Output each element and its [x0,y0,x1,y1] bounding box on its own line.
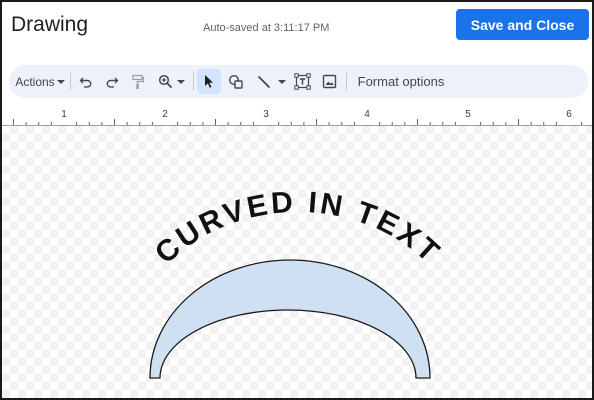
dropdown-arrow-icon [278,79,286,84]
image-button[interactable] [318,69,340,94]
line-tool-button[interactable] [253,69,289,94]
dialog-header: Drawing Auto-saved at 3:11:17 PM Save an… [2,2,592,60]
autosave-status: Auto-saved at 3:11:17 PM [203,22,330,34]
ruler-label: 4 [364,109,370,120]
text-box-icon [293,73,311,90]
ruler-label: 5 [465,109,471,120]
curved-text-path: CURVED IN TEXT [149,186,444,271]
ruler-label: 1 [61,109,67,120]
redo-button[interactable] [101,69,123,94]
redo-icon [106,77,119,88]
actions-label: Actions [15,74,55,89]
toolbar-divider [70,73,71,90]
ruler-ticks [13,119,583,125]
save-and-close-button[interactable]: Save and Close [456,9,589,40]
zoom-button[interactable] [155,69,187,94]
shape-tool-button[interactable] [225,69,247,94]
drawing-canvas[interactable]: CURVED IN TEXT [2,126,592,398]
undo-icon [79,77,92,88]
ruler-label: 2 [162,109,168,120]
actions-menu-button[interactable]: Actions [15,69,65,94]
paint-format-icon [132,74,145,89]
text-box-button[interactable] [291,69,313,94]
drawing-dialog: Drawing Auto-saved at 3:11:17 PM Save an… [0,0,594,400]
toolbar-divider [346,73,347,90]
toolbar-divider [193,73,194,90]
line-icon [257,75,271,88]
curved-word-art[interactable]: CURVED IN TEXT [149,186,447,271]
image-icon [322,74,336,89]
zoom-icon [158,74,172,89]
dialog-title: Drawing [11,13,89,36]
ruler-label: 6 [566,109,572,120]
drawing-toolbar: Actions Format options [9,65,588,98]
drawing-surface: CURVED IN TEXT [149,186,447,379]
paint-format-button[interactable] [127,69,149,94]
arch-shape[interactable] [149,259,431,379]
ruler-scale: 1 2 3 4 5 6 [13,109,583,125]
dropdown-arrow-icon [56,79,65,84]
undo-button[interactable] [75,69,97,94]
horizontal-ruler: 1 2 3 4 5 6 [2,106,592,126]
select-icon [205,75,213,88]
ruler-label: 3 [263,109,269,120]
format-options-button[interactable]: Format options [352,69,450,94]
dropdown-arrow-icon [176,79,185,84]
select-tool-button[interactable] [197,69,221,94]
shape-icon [228,74,243,89]
